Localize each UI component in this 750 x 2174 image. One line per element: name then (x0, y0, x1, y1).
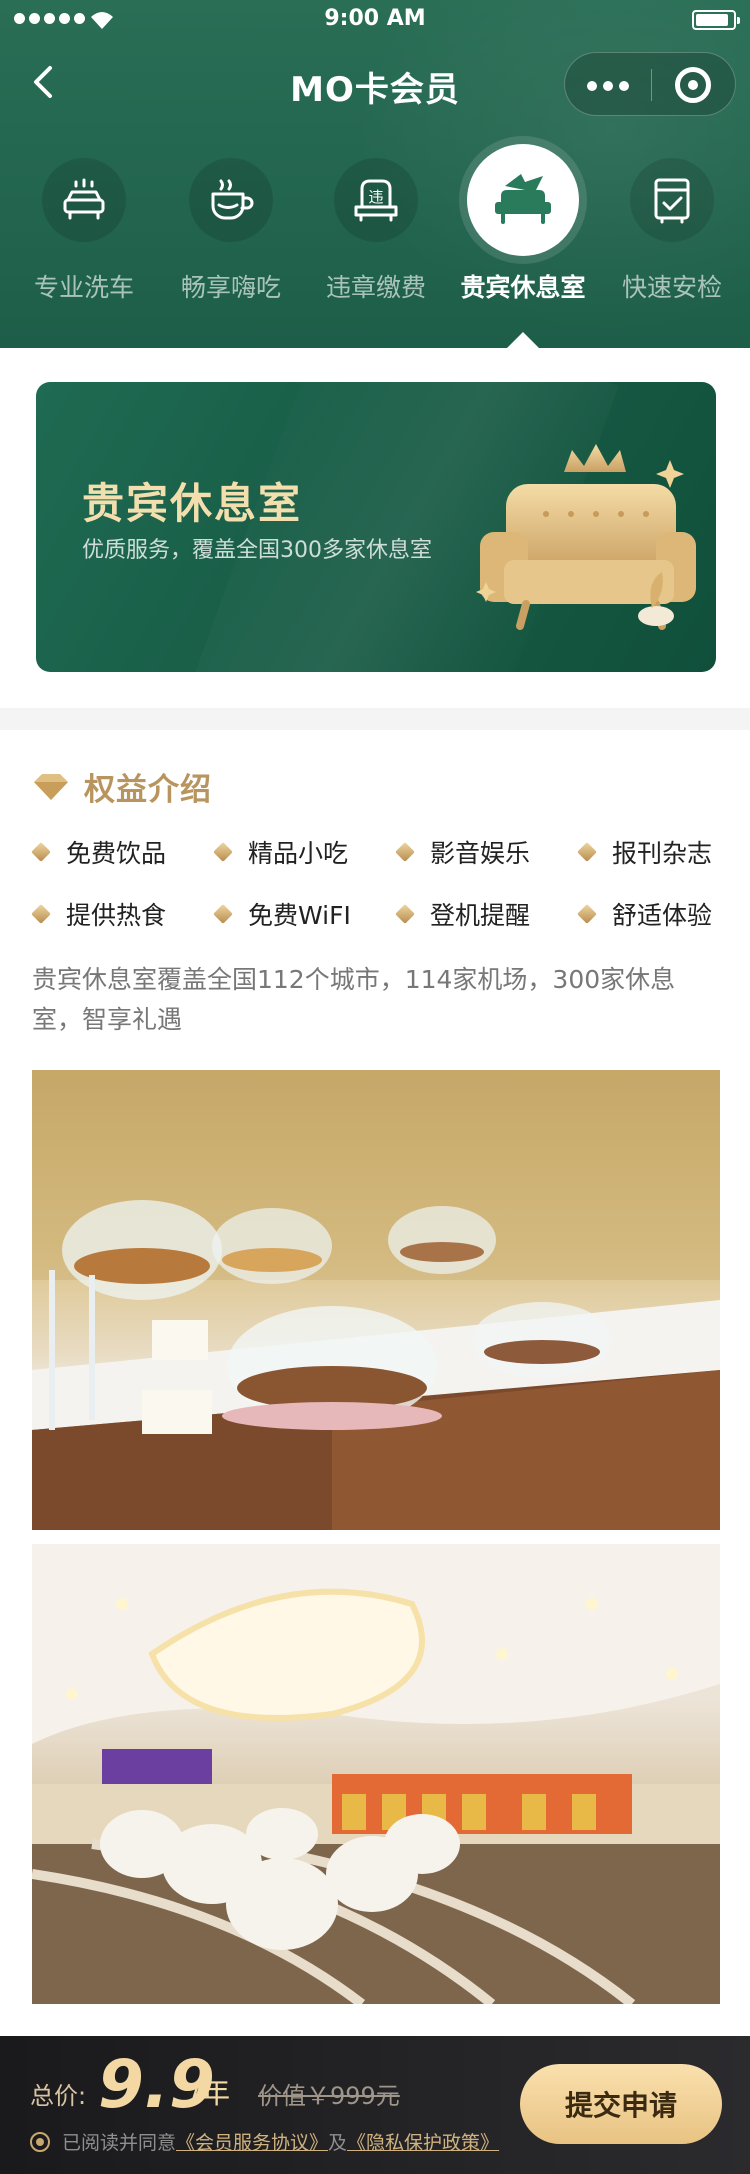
tab-vip-lounge[interactable]: 贵宾休息室 (448, 144, 598, 304)
lounge-snack-counter-photo (32, 1070, 720, 1530)
benefits-description: 贵宾休息室覆盖全国112个城市，114家机场，300家休息室，智享礼遇 (32, 965, 676, 1034)
feature-label: 精品小吃 (248, 839, 349, 868)
submit-application-button[interactable]: 提交申请 (520, 2064, 722, 2144)
feature-label: 免费饮品 (66, 839, 167, 868)
more-icon[interactable] (587, 81, 629, 91)
benefits-title: 权益介绍 (84, 772, 212, 808)
benefits-section: 权益介绍 免费饮品 精品小吃 影音娱乐 报刊杂志 提供热食 免费WiFI 登机提… (0, 730, 750, 2036)
status-bar: 9:00 AM (0, 0, 750, 40)
tab-label: 违章缴费 (325, 273, 426, 302)
tab-label: 畅享嗨吃 (180, 273, 281, 302)
vip-lounge-banner: 贵宾休息室 优质服务，覆盖全国300多家休息室 (36, 382, 716, 672)
header: 9:00 AM MO卡会员 专业洗车 畅享嗨吃 违 违章缴费 贵宾休息室 快速安… (0, 0, 750, 348)
diamond-bullet-icon (395, 904, 415, 924)
capsule-divider (651, 69, 652, 101)
diamond-bullet-icon (213, 842, 233, 862)
tab-label: 快速安检 (621, 273, 722, 302)
banner-subtitle: 优质服务，覆盖全国300多家休息室 (82, 538, 432, 563)
agreement-row: 已阅读并同意 《会员服务协议》 及 《隐私保护政策》 (30, 2128, 499, 2155)
agreement-prefix: 已阅读并同意 (62, 2132, 177, 2154)
feature-label: 舒适体验 (612, 901, 713, 930)
feature-label: 报刊杂志 (612, 839, 713, 868)
tab-label: 贵宾休息室 (460, 273, 586, 302)
original-price: 价值￥999元 (258, 2082, 400, 2110)
benefits-header: 权益介绍 (32, 764, 212, 809)
feature-item: 报刊杂志 (577, 834, 713, 870)
feature-label: 免费WiFI (248, 901, 351, 930)
violation-car-icon: 违 (334, 158, 418, 242)
diamond-bullet-icon (31, 904, 51, 924)
diamond-bullet-icon (213, 904, 233, 924)
feature-label: 登机提醒 (430, 901, 531, 930)
diamond-bullet-icon (577, 842, 597, 862)
agreement-and: 及 (328, 2132, 348, 2154)
svg-text:违: 违 (368, 188, 383, 206)
feature-item: 免费饮品 (31, 834, 167, 870)
feature-item: 舒适体验 (577, 896, 713, 932)
mini-program-capsule (564, 52, 736, 116)
security-check-icon (630, 158, 714, 242)
coffee-cup-icon (189, 158, 273, 242)
nav-bar: MO卡会员 (0, 48, 750, 120)
privacy-policy-link[interactable]: 《隐私保护政策》 (347, 2128, 499, 2155)
price-label: 总价: (30, 2082, 87, 2110)
vip-lounge-sofa-icon (467, 144, 579, 256)
feature-item: 免费WiFI (213, 896, 351, 932)
feature-item: 登机提醒 (395, 896, 531, 932)
lounge-seating-area-photo (32, 1544, 720, 2004)
feature-item: 影音娱乐 (395, 834, 531, 870)
status-time: 9:00 AM (324, 6, 426, 31)
agreement-radio[interactable] (30, 2131, 50, 2152)
feature-item: 精品小吃 (213, 834, 349, 870)
feature-item: 提供热食 (31, 896, 167, 932)
bottom-purchase-bar: 总价: 9.9 /年 价值￥999元 已阅读并同意 《会员服务协议》 及 《隐私… (0, 2036, 750, 2174)
active-tab-pointer (507, 332, 539, 348)
diamond-bullet-icon (31, 842, 51, 862)
sofa-crown-illustration (476, 444, 696, 630)
tab-snacks[interactable]: 畅享嗨吃 (156, 158, 306, 304)
price-unit: /年 (190, 2076, 231, 2111)
feature-label: 影音娱乐 (430, 839, 531, 868)
feature-label: 提供热食 (66, 901, 167, 930)
battery-icon (692, 10, 740, 30)
tab-car-wash[interactable]: 专业洗车 (9, 158, 159, 304)
tab-fast-security[interactable]: 快速安检 (597, 158, 747, 304)
banner-title: 贵宾休息室 (82, 479, 303, 528)
diamond-bullet-icon (395, 842, 415, 862)
diamond-bullet-icon (577, 904, 597, 924)
banner-section: 贵宾休息室 优质服务，覆盖全国300多家休息室 (0, 348, 750, 708)
close-target-icon[interactable] (675, 67, 711, 103)
tab-violation-payment[interactable]: 违 违章缴费 (301, 158, 451, 304)
car-wash-icon (42, 158, 126, 242)
tab-label: 专业洗车 (33, 273, 134, 302)
diamond-icon (34, 773, 68, 800)
service-tabs: 专业洗车 畅享嗨吃 违 违章缴费 贵宾休息室 快速安检 (0, 144, 750, 348)
member-agreement-link[interactable]: 《会员服务协议》 (176, 2128, 328, 2155)
